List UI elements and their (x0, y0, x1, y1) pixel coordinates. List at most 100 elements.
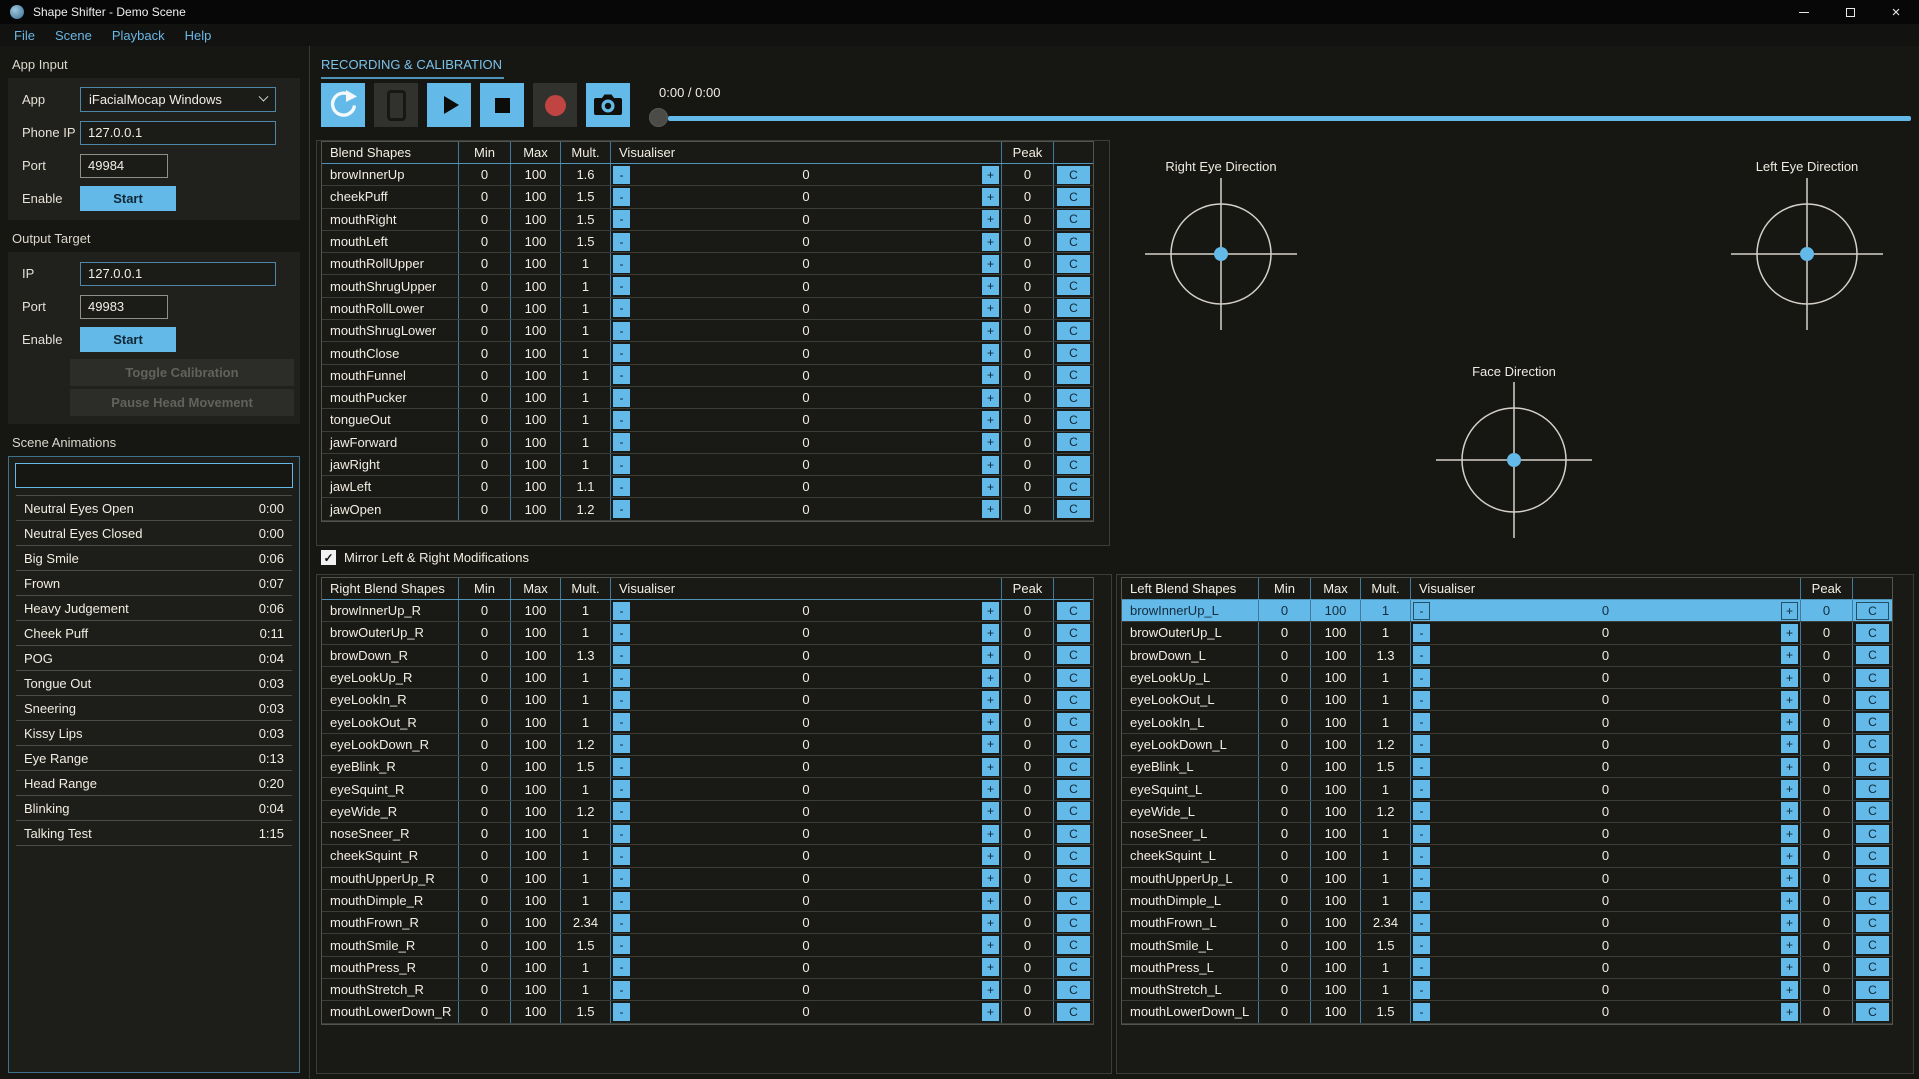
table-row[interactable]: cheekSquint_L01001-0+0C (1122, 845, 1892, 867)
increase-button[interactable]: + (982, 958, 999, 976)
table-row[interactable]: eyeLookDown_L01001.2-0+0C (1122, 734, 1892, 756)
calibrate-button[interactable]: C (1856, 1003, 1889, 1021)
increase-button[interactable]: + (1781, 892, 1798, 910)
table-row[interactable]: noseSneer_L01001-0+0C (1122, 823, 1892, 845)
increase-button[interactable]: + (982, 892, 999, 910)
increase-button[interactable]: + (1781, 691, 1798, 709)
decrease-button[interactable]: - (613, 210, 630, 228)
animation-item[interactable]: Sneering0:03 (16, 696, 292, 721)
table-row[interactable]: mouthSmile_L01001.5-0+0C (1122, 934, 1892, 956)
increase-button[interactable]: + (1781, 825, 1798, 843)
calibrate-button[interactable]: C (1057, 500, 1090, 518)
increase-button[interactable]: + (1781, 958, 1798, 976)
decrease-button[interactable]: - (613, 758, 630, 776)
calibrate-button[interactable]: C (1856, 958, 1889, 976)
decrease-button[interactable]: - (613, 389, 630, 407)
snapshot-button[interactable] (586, 83, 630, 127)
calibrate-button[interactable]: C (1856, 669, 1889, 687)
increase-button[interactable]: + (982, 914, 999, 932)
decrease-button[interactable]: - (613, 691, 630, 709)
table-row[interactable]: browInnerUp_R01001-0+0C (322, 600, 1093, 622)
calibrate-button[interactable]: C (1057, 825, 1090, 843)
increase-button[interactable]: + (1781, 780, 1798, 798)
table-row[interactable]: jawLeft01001.1-0+0C (322, 476, 1093, 498)
menu-scene[interactable]: Scene (45, 28, 102, 43)
decrease-button[interactable]: - (613, 366, 630, 384)
animation-item[interactable]: POG0:04 (16, 646, 292, 671)
output-ip-input[interactable] (80, 262, 276, 286)
decrease-button[interactable]: - (613, 478, 630, 496)
table-row[interactable]: mouthClose01001-0+0C (322, 342, 1093, 364)
table-row[interactable]: eyeBlink_R01001.5-0+0C (322, 756, 1093, 778)
increase-button[interactable]: + (982, 478, 999, 496)
increase-button[interactable]: + (982, 936, 999, 954)
calibrate-button[interactable]: C (1856, 646, 1889, 664)
table-row[interactable]: browOuterUp_R01001-0+0C (322, 622, 1093, 644)
table-row[interactable]: mouthStretch_L01001-0+0C (1122, 979, 1892, 1001)
table-row[interactable]: mouthLowerDown_R01001.5-0+0C (322, 1001, 1093, 1023)
calibrate-button[interactable]: C (1057, 255, 1090, 273)
animation-item[interactable]: Talking Test1:15 (16, 821, 292, 846)
increase-button[interactable]: + (982, 802, 999, 820)
table-row[interactable]: eyeSquint_R01001-0+0C (322, 778, 1093, 800)
table-row[interactable]: mouthDimple_L01001-0+0C (1122, 890, 1892, 912)
timeline-slider-thumb[interactable] (649, 108, 668, 127)
increase-button[interactable]: + (1781, 847, 1798, 865)
output-start-button[interactable]: Start (80, 327, 176, 352)
table-row[interactable]: mouthPress_L01001-0+0C (1122, 957, 1892, 979)
pause-head-movement-button[interactable]: Pause Head Movement (70, 389, 294, 416)
play-button[interactable] (427, 83, 471, 127)
calibrate-button[interactable]: C (1057, 713, 1090, 731)
calibrate-button[interactable]: C (1057, 892, 1090, 910)
decrease-button[interactable]: - (613, 936, 630, 954)
calibrate-button[interactable]: C (1856, 892, 1889, 910)
calibrate-button[interactable]: C (1057, 210, 1090, 228)
calibrate-button[interactable]: C (1856, 914, 1889, 932)
tab-recording-calibration[interactable]: RECORDING & CALIBRATION (321, 57, 504, 79)
table-row[interactable]: mouthFrown_R01002.34-0+0C (322, 912, 1093, 934)
animation-item[interactable]: Cheek Puff0:11 (16, 621, 292, 646)
increase-button[interactable]: + (982, 210, 999, 228)
decrease-button[interactable]: - (613, 322, 630, 340)
decrease-button[interactable]: - (1413, 713, 1430, 731)
table-row[interactable]: eyeLookDown_R01001.2-0+0C (322, 734, 1093, 756)
increase-button[interactable]: + (982, 233, 999, 251)
table-row[interactable]: mouthSmile_R01001.5-0+0C (322, 934, 1093, 956)
animation-item[interactable]: Head Range0:20 (16, 771, 292, 796)
table-row[interactable]: mouthDimple_R01001-0+0C (322, 890, 1093, 912)
refresh-button[interactable] (321, 83, 365, 127)
table-row[interactable]: mouthPress_R01001-0+0C (322, 957, 1093, 979)
table-row[interactable]: browInnerUp01001.6-0+0C (322, 164, 1093, 186)
table-row[interactable]: eyeLookOut_L01001-0+0C (1122, 689, 1892, 711)
decrease-button[interactable]: - (613, 914, 630, 932)
calibrate-button[interactable]: C (1057, 691, 1090, 709)
increase-button[interactable]: + (982, 366, 999, 384)
table-row[interactable]: eyeLookOut_R01001-0+0C (322, 711, 1093, 733)
increase-button[interactable]: + (1781, 646, 1798, 664)
calibrate-button[interactable]: C (1856, 936, 1889, 954)
calibrate-button[interactable]: C (1057, 981, 1090, 999)
table-row[interactable]: eyeLookUp_R01001-0+0C (322, 667, 1093, 689)
decrease-button[interactable]: - (613, 958, 630, 976)
menu-playback[interactable]: Playback (102, 28, 175, 43)
decrease-button[interactable]: - (613, 802, 630, 820)
table-row[interactable]: browOuterUp_L01001-0+0C (1122, 622, 1892, 644)
increase-button[interactable]: + (1781, 669, 1798, 687)
decrease-button[interactable]: - (1413, 646, 1430, 664)
increase-button[interactable]: + (982, 277, 999, 295)
table-row[interactable]: mouthRollLower01001-0+0C (322, 298, 1093, 320)
decrease-button[interactable]: - (1413, 914, 1430, 932)
decrease-button[interactable]: - (613, 255, 630, 273)
decrease-button[interactable]: - (613, 277, 630, 295)
calibrate-button[interactable]: C (1057, 624, 1090, 642)
table-row[interactable]: tongueOut01001-0+0C (322, 409, 1093, 431)
increase-button[interactable]: + (982, 456, 999, 474)
increase-button[interactable]: + (982, 624, 999, 642)
calibrate-button[interactable]: C (1057, 433, 1090, 451)
table-row[interactable]: jawOpen01001.2-0+0C (322, 498, 1093, 520)
increase-button[interactable]: + (1781, 802, 1798, 820)
increase-button[interactable]: + (982, 602, 999, 620)
increase-button[interactable]: + (982, 500, 999, 518)
increase-button[interactable]: + (982, 433, 999, 451)
increase-button[interactable]: + (982, 411, 999, 429)
